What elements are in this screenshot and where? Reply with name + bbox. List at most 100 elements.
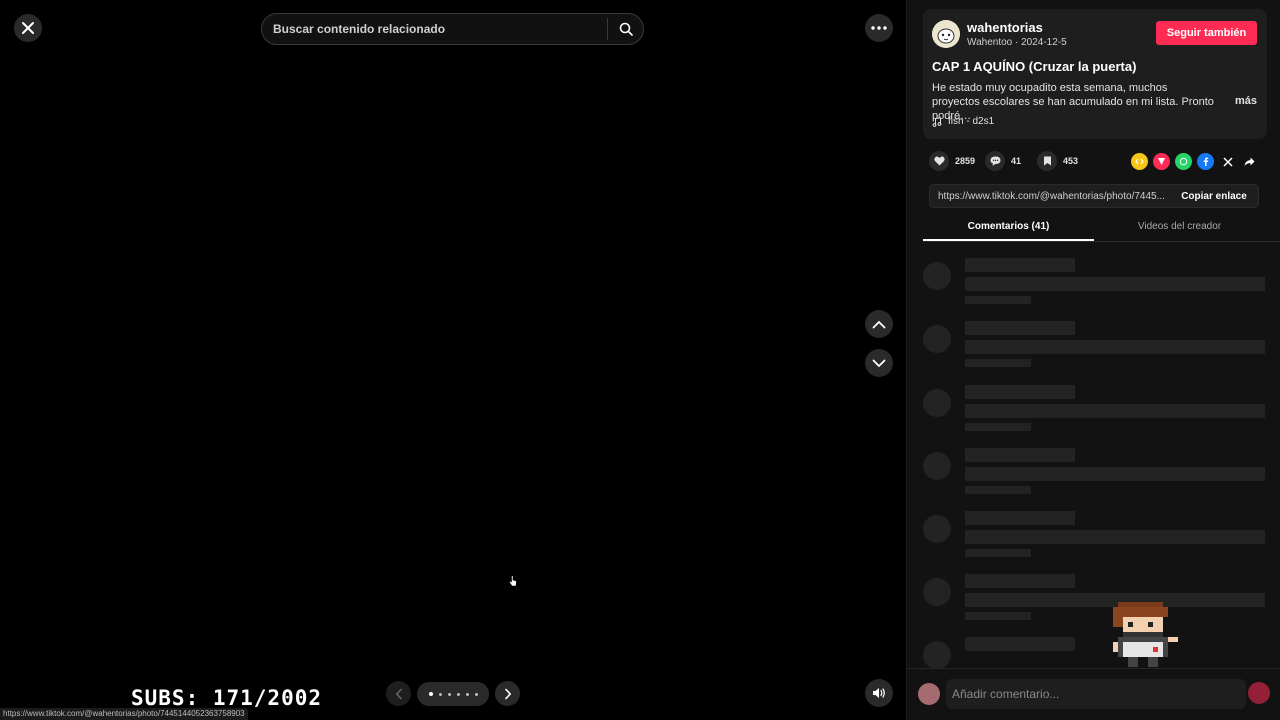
close-icon	[22, 22, 34, 34]
skeleton-avatar	[923, 452, 951, 480]
heart-icon	[933, 156, 945, 166]
search-bar	[261, 13, 644, 45]
comment-skeleton	[923, 574, 1265, 624]
skeleton-line	[965, 423, 1031, 431]
music-note-icon	[932, 116, 942, 127]
skeleton-line	[965, 404, 1265, 418]
pager-dot[interactable]	[447, 692, 451, 696]
post-url[interactable]: https://www.tiktok.com/@wahentorias/phot…	[930, 191, 1170, 202]
skeleton-avatar	[923, 262, 951, 290]
embed-icon[interactable]	[1131, 153, 1148, 170]
comment-skeleton	[923, 258, 1265, 308]
skeleton-line	[965, 321, 1075, 335]
save-button[interactable]	[1037, 151, 1058, 171]
send-glyph	[1158, 158, 1165, 165]
post-title: CAP 1 AQUÍNO (Cruzar la puerta)	[932, 59, 1137, 74]
post-date: 2024-12-5	[1021, 37, 1067, 48]
tab-comments[interactable]: Comentarios (41)	[923, 214, 1094, 241]
skeleton-line	[965, 359, 1031, 367]
bookmark-icon	[1043, 156, 1051, 166]
comment-skeleton	[923, 321, 1265, 371]
close-button[interactable]	[14, 14, 42, 42]
speaker-icon	[873, 688, 885, 698]
follow-button[interactable]: Seguir también	[1156, 21, 1257, 45]
search-icon	[619, 22, 633, 36]
like-count: 2859	[955, 156, 976, 166]
comment-stat: 41	[985, 151, 1027, 171]
skeleton-line	[965, 486, 1031, 494]
chevron-left-icon	[395, 688, 402, 699]
skeleton-line	[965, 511, 1075, 525]
next-photo-button[interactable]	[495, 681, 520, 706]
more-options-button[interactable]	[865, 14, 893, 42]
skeleton-line	[965, 258, 1075, 272]
facebook-icon[interactable]	[1197, 153, 1214, 170]
pixel-character-overlay	[1113, 602, 1178, 667]
pager-dot[interactable]	[474, 692, 478, 696]
more-link[interactable]: más	[1235, 95, 1257, 107]
author-meta: Wahentoo · 2024-12-5	[967, 37, 1067, 48]
comment-button[interactable]	[985, 151, 1006, 171]
copy-link-row: https://www.tiktok.com/@wahentorias/phot…	[929, 184, 1259, 208]
comment-skeleton	[923, 511, 1265, 561]
media-viewer: https://www.tiktok.com/@wahentorias/phot…	[0, 0, 906, 720]
side-panel: wahentorias Wahentoo · 2024-12-5 Seguir …	[906, 0, 1280, 720]
photo-pager	[417, 682, 489, 706]
post-info-card: wahentorias Wahentoo · 2024-12-5 Seguir …	[923, 9, 1267, 139]
skeleton-line	[965, 637, 1075, 651]
author-avatar[interactable]	[932, 20, 960, 48]
author-display-name: Wahentoo	[967, 37, 1013, 48]
subs-counter-overlay: SUBS: 171/2002	[131, 686, 323, 710]
previous-post-button[interactable]	[865, 310, 893, 338]
hand-cursor-icon	[509, 575, 517, 587]
pager-dot[interactable]	[438, 692, 442, 696]
skeleton-avatar	[923, 389, 951, 417]
author-username[interactable]: wahentorias	[967, 20, 1043, 35]
skeleton-line	[965, 385, 1075, 399]
stats-row: 2859 41 453	[929, 151, 1089, 171]
skeleton-line	[965, 612, 1031, 620]
post-comment-button[interactable]	[1248, 682, 1270, 704]
previous-photo-button[interactable]	[386, 681, 411, 706]
x-glyph	[1222, 156, 1233, 167]
x-icon[interactable]	[1219, 153, 1236, 170]
whatsapp-icon[interactable]	[1175, 153, 1192, 170]
chevron-right-icon	[504, 688, 511, 699]
comment-icon	[990, 156, 1001, 166]
chevron-down-icon	[872, 359, 886, 367]
skeleton-line	[965, 574, 1075, 588]
like-button[interactable]	[929, 151, 949, 171]
search-input[interactable]	[262, 14, 607, 44]
pager-dot[interactable]	[465, 692, 469, 696]
next-post-button[interactable]	[865, 349, 893, 377]
skeleton-line	[965, 340, 1265, 354]
skeleton-avatar	[923, 578, 951, 606]
volume-button[interactable]	[865, 679, 893, 707]
skeleton-avatar	[923, 325, 951, 353]
comment-skeleton	[923, 448, 1265, 498]
save-stat: 453	[1037, 151, 1079, 171]
search-button[interactable]	[608, 14, 643, 44]
comment-input[interactable]	[946, 679, 1246, 709]
like-stat: 2859	[929, 151, 975, 171]
pager-dot[interactable]	[456, 692, 460, 696]
facebook-glyph	[1203, 157, 1209, 166]
skeleton-line	[965, 530, 1265, 544]
current-user-avatar	[918, 683, 940, 705]
music-title: fish - d2s1	[948, 116, 995, 127]
friends-share-icon[interactable]	[1153, 153, 1170, 170]
comment-composer	[907, 668, 1280, 720]
pager-dot[interactable]	[428, 692, 433, 696]
share-arrow-icon[interactable]	[1241, 153, 1258, 170]
copy-link-button[interactable]: Copiar enlace	[1170, 185, 1258, 207]
skeleton-line	[965, 448, 1075, 462]
chevron-up-icon	[872, 320, 886, 328]
meta-separator: ·	[1012, 37, 1022, 48]
panel-tabs: Comentarios (41) Videos del creador	[923, 214, 1280, 242]
music-link[interactable]: fish - d2s1	[932, 116, 994, 127]
skeleton-avatar	[923, 641, 951, 669]
tab-creator-videos[interactable]: Videos del creador	[1094, 214, 1265, 241]
skeleton-line	[965, 467, 1265, 481]
comment-count: 41	[1011, 156, 1022, 166]
skeleton-line	[965, 296, 1031, 304]
